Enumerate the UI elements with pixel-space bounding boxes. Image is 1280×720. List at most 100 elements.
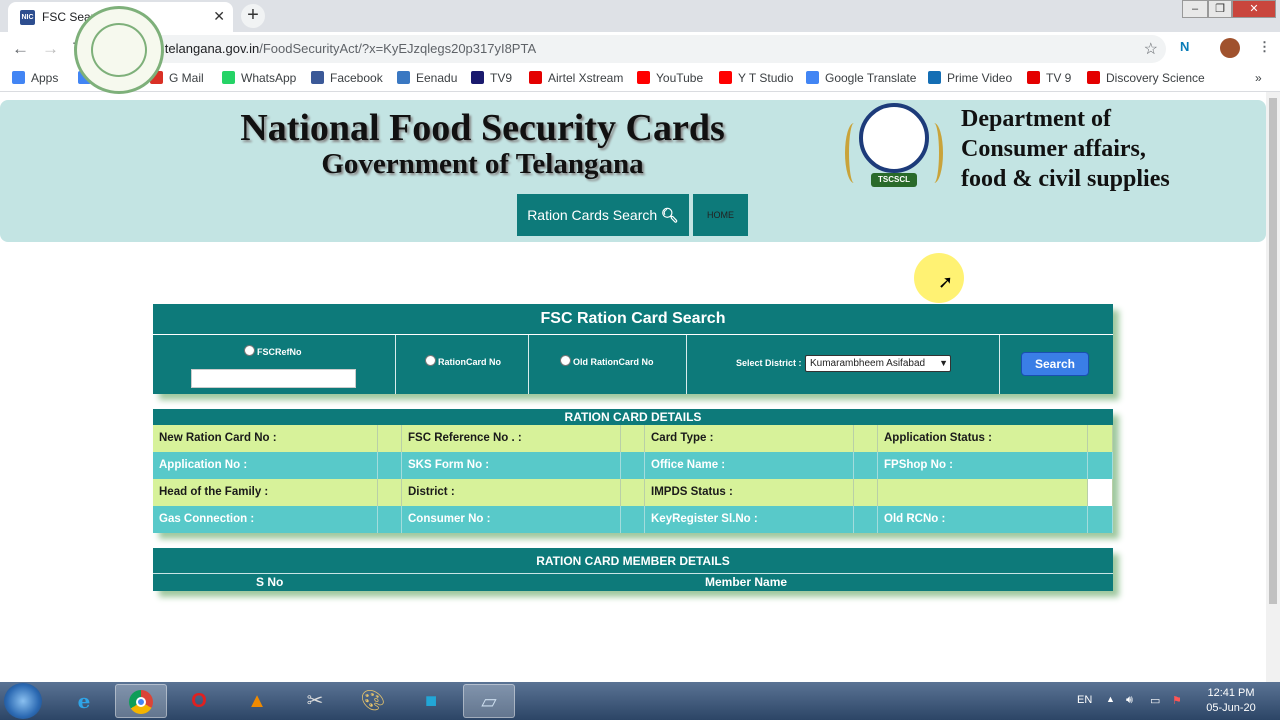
details-value	[378, 479, 402, 506]
fscrefno-label: FSCRefNo	[257, 347, 302, 357]
scrollbar-thumb[interactable]	[1269, 98, 1277, 604]
bookmark-label: Eenadu	[416, 71, 458, 85]
tv9-icon	[471, 71, 484, 84]
details-label: Office Name :	[645, 452, 854, 479]
volume-icon[interactable]: 🔊︎	[1126, 694, 1133, 707]
language-indicator[interactable]: EN	[1077, 694, 1092, 706]
vlc-icon[interactable]: ▲	[231, 684, 283, 718]
windows-start-button[interactable]	[4, 683, 42, 719]
details-label: New Ration Card No :	[153, 425, 378, 452]
details-title: RATION CARD DETAILS	[153, 409, 1113, 425]
rationcard-radio[interactable]	[425, 355, 436, 366]
eenadu-icon	[397, 71, 410, 84]
member-name-header: Member Name	[705, 575, 788, 589]
details-row: Head of the Family : District : IMPDS Stat…	[153, 479, 1113, 506]
details-label: IMPDS Status :	[645, 479, 854, 506]
details-label: Application Status :	[878, 425, 1088, 452]
ration-cards-search-button[interactable]: Ration Cards Search 🔍︎	[517, 194, 689, 236]
bookmark-eenadu[interactable]: Eenadu	[397, 71, 457, 85]
internet-explorer-icon[interactable]: e	[58, 684, 110, 718]
close-window-button[interactable]: ✕	[1232, 0, 1276, 18]
youtube-studio-icon	[719, 71, 732, 84]
extension-icon[interactable]: N	[1180, 39, 1189, 54]
tray-expand-icon[interactable]: ▲	[1106, 694, 1115, 704]
bookmark-label: Airtel Xstream	[548, 71, 624, 85]
old-rationcard-label: Old RationCard No	[573, 357, 654, 367]
member-header-row: S No Member Name	[153, 574, 1113, 591]
new-tab-button[interactable]: +	[241, 4, 265, 28]
vertical-scrollbar[interactable]	[1266, 92, 1280, 682]
details-label: FPShop No :	[878, 452, 1088, 479]
paint-icon[interactable]: 🎨︎	[347, 684, 399, 718]
details-value	[1088, 425, 1113, 452]
profile-avatar[interactable]	[1220, 38, 1240, 58]
network-icon[interactable]: ▭	[1150, 694, 1160, 707]
bookmark-g-mail[interactable]: G Mail	[150, 71, 204, 85]
bookmark-apps[interactable]: Apps	[12, 71, 58, 85]
search-button[interactable]: Search	[1021, 352, 1089, 376]
bookmark-label: WhatsApp	[241, 71, 297, 85]
details-value	[1088, 452, 1113, 479]
taskbar: e O ▲ ✂ 🎨︎ ■ ▱ EN ▲ 🔊︎ ▭ ⚑ 12:41 PM 05-J…	[0, 682, 1280, 720]
browser-toolbar: ← → ↻ 🔒 epds.telangana.gov.in/FoodSecuri…	[0, 32, 1280, 66]
back-arrow-icon[interactable]: ←	[12, 39, 29, 59]
screen-recorder-icon[interactable]: ■	[405, 684, 457, 718]
more-bookmarks-icon[interactable]: »	[1255, 71, 1262, 85]
dept-line-3: food & civil supplies	[961, 166, 1170, 192]
bookmark-google-translate[interactable]: Google Translate	[806, 71, 916, 85]
details-value	[854, 506, 878, 533]
fscrefno-radio[interactable]	[244, 345, 255, 356]
forward-arrow-icon[interactable]: →	[42, 39, 59, 59]
bookmark-label: TV 9	[1046, 71, 1072, 85]
details-label: Card Type :	[645, 425, 854, 452]
details-label	[878, 479, 1088, 506]
bookmark-facebook[interactable]: Facebook	[311, 71, 383, 85]
district-select[interactable]: Kumarambheem Asifabad ▼	[805, 355, 951, 372]
details-label: Consumer No :	[402, 506, 621, 533]
bookmark-tv9[interactable]: TV9	[471, 71, 512, 85]
url-text[interactable]: epds.telangana.gov.in/FoodSecurityAct/?x…	[133, 41, 536, 56]
district-select-value: Kumarambheem Asifabad	[810, 358, 926, 369]
bookmark-label: Facebook	[330, 71, 383, 85]
clock-time: 12:41 PM	[1207, 687, 1255, 699]
apps-grid-icon	[12, 71, 25, 84]
details-value	[854, 425, 878, 452]
department-name: Department of Consumer affairs, food & c…	[961, 104, 1170, 194]
snipping-tool-icon[interactable]: ✂	[289, 684, 341, 718]
bookmark-youtube[interactable]: YouTube	[637, 71, 703, 85]
details-value	[378, 425, 402, 452]
opera-icon[interactable]: O	[173, 684, 225, 718]
menu-dots-icon[interactable]: ⋮	[1258, 39, 1271, 55]
bookmark-tv-9[interactable]: TV 9	[1027, 71, 1071, 85]
sno-header: S No	[256, 575, 284, 589]
bookmark-label: Discovery Science	[1106, 71, 1205, 85]
close-tab-icon[interactable]: ✕	[213, 8, 225, 25]
member-details-title: RATION CARD MEMBER DETAILS	[153, 548, 1113, 574]
facebook-icon	[311, 71, 324, 84]
action-center-icon[interactable]: ⚑	[1172, 694, 1182, 707]
fscrefno-input[interactable]	[191, 369, 356, 388]
details-value	[1088, 479, 1113, 506]
address-bar[interactable]: 🔒 epds.telangana.gov.in/FoodSecurityAct/…	[104, 35, 1166, 63]
bookmark-star-icon[interactable]: ☆	[1144, 39, 1158, 59]
logo-ribbon: TSCSCL	[871, 173, 917, 187]
nic-favicon-icon: NIC	[20, 10, 35, 25]
window-thumbnail-icon[interactable]: ▱	[463, 684, 515, 718]
bookmark-airtel-xstream[interactable]: Airtel Xstream	[529, 71, 623, 85]
details-label: FSC Reference No . :	[402, 425, 621, 452]
bookmark-prime-video[interactable]: Prime Video	[928, 71, 1012, 85]
restore-window-button[interactable]: ❐	[1208, 0, 1232, 18]
home-button[interactable]: HOME	[693, 194, 748, 236]
member-details-table: RATION CARD MEMBER DETAILS S No Member N…	[153, 548, 1113, 591]
tv9-icon	[1027, 71, 1040, 84]
whatsapp-icon	[222, 71, 235, 84]
chrome-icon[interactable]	[115, 684, 167, 718]
tab-strip: NIC FSC Search ✕ + – ❐ ✕	[0, 0, 1280, 32]
bookmark-whatsapp[interactable]: WhatsApp	[222, 71, 296, 85]
bookmark-discovery-science[interactable]: Discovery Science	[1087, 71, 1205, 85]
old-rationcard-radio[interactable]	[560, 355, 571, 366]
taskbar-clock[interactable]: 12:41 PM 05-Jun-20	[1196, 686, 1266, 716]
telangana-seal-logo	[74, 6, 164, 94]
minimize-window-button[interactable]: –	[1182, 0, 1208, 18]
bookmark-y-t-studio[interactable]: Y T Studio	[719, 71, 793, 85]
